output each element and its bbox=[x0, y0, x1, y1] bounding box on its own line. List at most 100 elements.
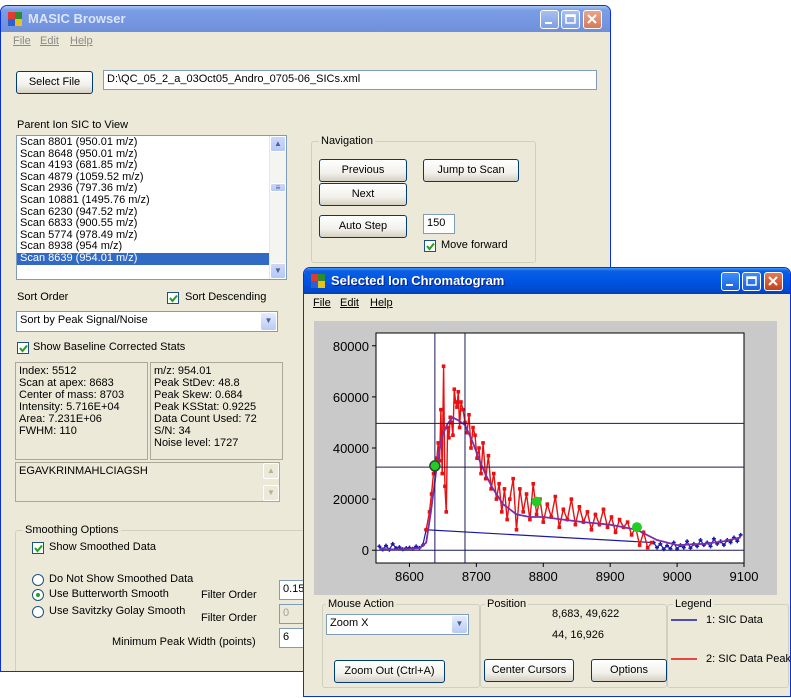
data-point bbox=[585, 510, 590, 514]
close-button[interactable] bbox=[583, 10, 602, 29]
data-point bbox=[494, 497, 499, 501]
y-tick-label: 20000 bbox=[333, 492, 369, 507]
data-point bbox=[457, 425, 462, 430]
data-point bbox=[645, 545, 650, 550]
data-point bbox=[469, 446, 473, 450]
close-button[interactable] bbox=[764, 272, 783, 291]
x-tick-label: 8900 bbox=[596, 569, 625, 584]
chevron-down-icon[interactable]: ▼ bbox=[452, 616, 467, 633]
mouse-action-dropdown[interactable]: Zoom X ▼ bbox=[326, 614, 469, 635]
position-value-1: 8,683, 49,622 bbox=[552, 608, 620, 620]
scan-list-scrollbar[interactable]: ▲ ≡ ▼ bbox=[269, 136, 286, 279]
y-tick-label: 0 bbox=[362, 543, 369, 558]
y-tick-label: 60000 bbox=[333, 390, 369, 405]
data-point bbox=[459, 400, 463, 404]
maximize-button[interactable] bbox=[742, 272, 761, 291]
options-button[interactable]: Options bbox=[591, 659, 667, 682]
zoom-out-button[interactable]: Zoom Out (Ctrl+A) bbox=[334, 660, 445, 683]
center-cursors-button[interactable]: Center Cursors bbox=[484, 659, 574, 682]
data-point bbox=[436, 441, 441, 445]
chevron-down-icon[interactable]: ▼ bbox=[261, 313, 276, 330]
data-point bbox=[508, 497, 512, 501]
mouse-action-value: Zoom X bbox=[330, 617, 369, 629]
sort-descending-checkbox[interactable] bbox=[167, 292, 179, 304]
radio-butterworth[interactable] bbox=[32, 589, 44, 601]
check-icon bbox=[19, 344, 28, 353]
menu-help[interactable]: Help bbox=[370, 297, 393, 309]
data-point bbox=[491, 471, 496, 476]
data-point bbox=[499, 510, 504, 514]
move-forward-label: Move forward bbox=[441, 239, 508, 251]
radio-savitzky-golay[interactable] bbox=[32, 606, 44, 618]
menu-file[interactable]: File bbox=[313, 297, 331, 309]
show-baseline-checkbox[interactable] bbox=[17, 342, 29, 354]
list-item[interactable]: Scan 10881 (1495.76 m/z) bbox=[17, 194, 269, 207]
data-point bbox=[609, 515, 614, 519]
scroll-up-button[interactable]: ▲ bbox=[263, 463, 279, 479]
menu-file[interactable]: File bbox=[13, 35, 31, 47]
peptide-box[interactable]: EGAVKRINMAHLCIAGSH ▲ ▼ bbox=[15, 462, 280, 502]
chromatogram-window: Selected Ion Chromatogram File Edit Help… bbox=[303, 267, 791, 697]
step-value-field[interactable]: 150 bbox=[423, 214, 455, 234]
minimize-icon bbox=[545, 22, 552, 24]
previous-button[interactable]: Previous bbox=[319, 159, 407, 182]
menu-help[interactable]: Help bbox=[70, 35, 93, 47]
min-peak-width-label: Minimum Peak Width (points) bbox=[112, 636, 256, 648]
data-point bbox=[505, 517, 509, 522]
peptide-text: EGAVKRINMAHLCIAGSH bbox=[19, 465, 148, 477]
menu-edit[interactable]: Edit bbox=[40, 35, 59, 47]
data-point bbox=[481, 441, 485, 445]
sic-chart[interactable]: 0 20000 40000 60000 80000 8600 8700 8800 8900 900… bbox=[314, 321, 777, 595]
data-point bbox=[518, 487, 522, 491]
scroll-down-button[interactable]: ▼ bbox=[270, 263, 286, 279]
list-item[interactable]: Scan 6833 (900.55 m/z) bbox=[17, 218, 269, 230]
peptide-scrollbar[interactable]: ▲ ▼ bbox=[262, 463, 279, 501]
legend-line-sic bbox=[671, 619, 697, 621]
auto-step-button[interactable]: Auto Step bbox=[319, 215, 407, 238]
move-forward-checkbox[interactable] bbox=[424, 240, 436, 252]
data-point bbox=[514, 527, 519, 532]
minimize-icon bbox=[726, 284, 733, 286]
x-tick-label: 8700 bbox=[462, 569, 491, 584]
radio-no-smooth[interactable] bbox=[32, 574, 44, 586]
data-point bbox=[477, 446, 481, 450]
sort-by-dropdown[interactable]: Sort by Peak Signal/Noise ▼ bbox=[16, 311, 278, 332]
radio-butterworth-label: Use Butterworth Smooth bbox=[49, 588, 169, 600]
data-point bbox=[601, 507, 606, 512]
x-tick-label: 8800 bbox=[529, 569, 558, 584]
y-tick-label: 80000 bbox=[333, 339, 369, 354]
data-point bbox=[479, 471, 483, 476]
data-point bbox=[521, 510, 525, 514]
data-point bbox=[545, 502, 550, 507]
navigation-label: Navigation bbox=[319, 135, 375, 147]
maximize-button[interactable] bbox=[561, 10, 580, 29]
parent-ion-label: Parent Ion SIC to View bbox=[17, 119, 129, 131]
main-window-title: MASIC Browser bbox=[28, 11, 126, 26]
position-label: Position bbox=[485, 598, 529, 610]
data-point bbox=[467, 412, 471, 417]
list-item[interactable]: Scan 8639 (954.01 m/z) bbox=[17, 252, 269, 265]
menu-edit[interactable]: Edit bbox=[340, 297, 359, 309]
main-title-bar[interactable]: MASIC Browser bbox=[1, 6, 610, 32]
show-smoothed-checkbox[interactable] bbox=[32, 542, 44, 554]
data-point bbox=[502, 487, 507, 491]
position-value-2: 44, 16,926 bbox=[552, 629, 604, 641]
minimize-button[interactable] bbox=[721, 272, 740, 291]
data-point bbox=[637, 543, 642, 547]
scroll-down-button[interactable]: ▼ bbox=[263, 485, 279, 501]
list-item[interactable]: Scan 8801 (950.01 m/z) bbox=[17, 136, 269, 149]
scan-list-items: Scan 8801 (950.01 m/z) Scan 8648 (950.01 … bbox=[17, 136, 269, 265]
file-path-field[interactable]: D:\QC_05_2_a_03Oct05_Andro_0705-06_SICs.… bbox=[103, 70, 597, 90]
data-point bbox=[553, 494, 558, 499]
scroll-up-button[interactable]: ▲ bbox=[270, 136, 286, 152]
minimize-button[interactable] bbox=[540, 10, 559, 29]
scan-list[interactable]: Scan 8801 (950.01 m/z) Scan 8648 (950.01 … bbox=[16, 135, 287, 280]
next-button[interactable]: Next bbox=[319, 183, 407, 206]
legend-item-sic: 1: SIC Data bbox=[706, 614, 763, 626]
data-point bbox=[497, 481, 501, 486]
chrom-title-bar[interactable]: Selected Ion Chromatogram bbox=[304, 268, 790, 294]
select-file-button[interactable]: Select File bbox=[16, 71, 93, 94]
jump-to-scan-button[interactable]: Jump to Scan bbox=[423, 159, 519, 182]
data-point bbox=[649, 540, 654, 545]
scroll-thumb[interactable]: ≡ bbox=[270, 183, 286, 192]
